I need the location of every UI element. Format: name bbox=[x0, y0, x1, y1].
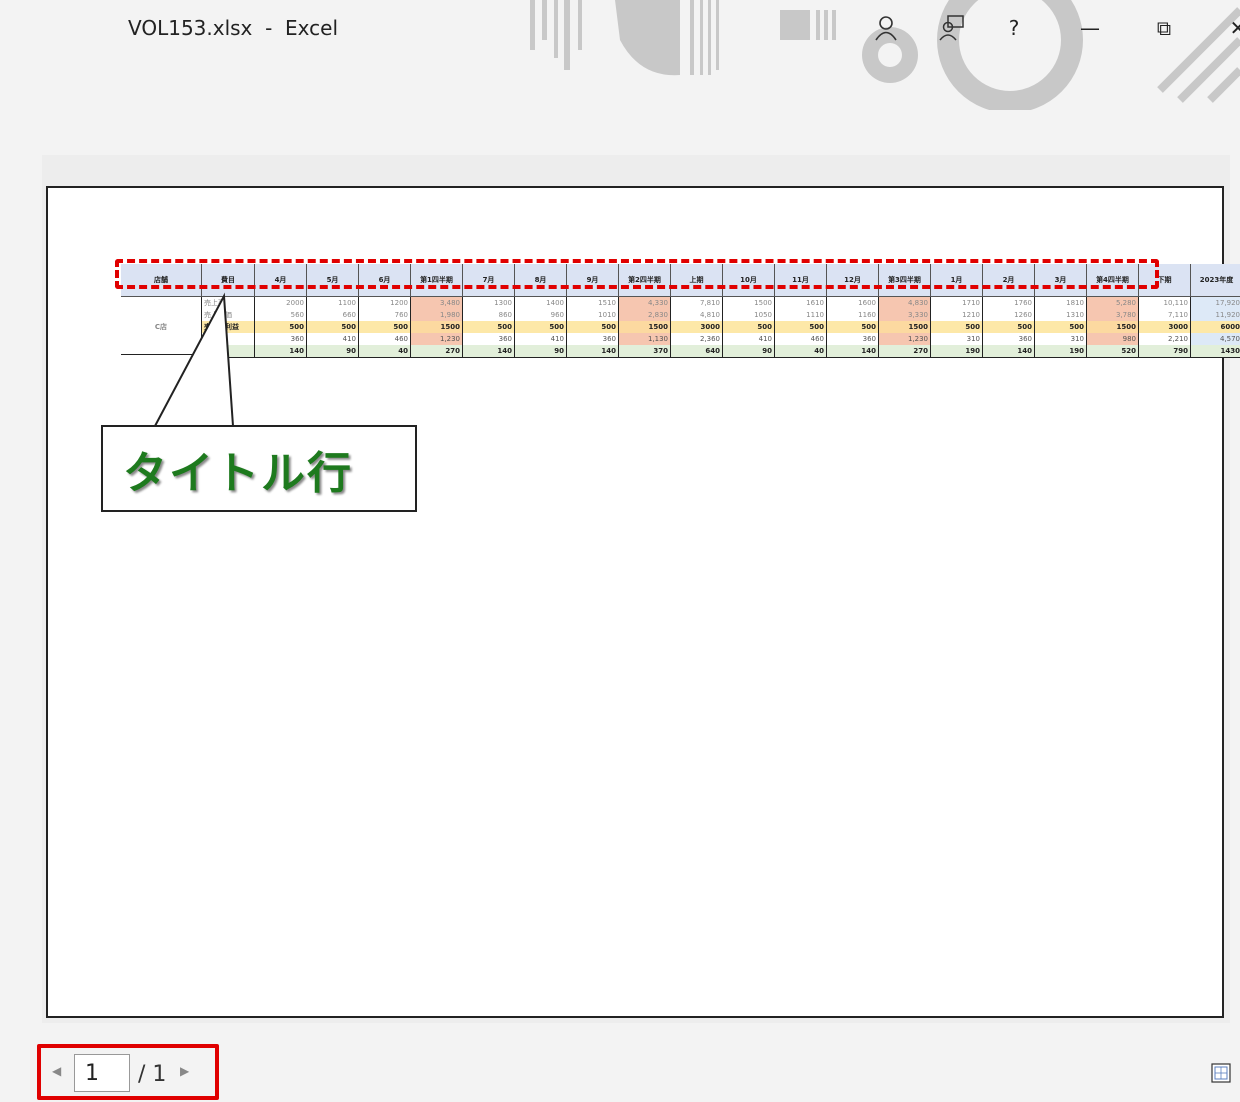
fit-to-page-icon[interactable] bbox=[1210, 1062, 1232, 1084]
callout-pointer bbox=[153, 292, 235, 427]
title-row-callout: タイトル行 bbox=[101, 425, 417, 512]
prev-page-icon[interactable]: ◀ bbox=[52, 1064, 61, 1078]
page-total: / 1 bbox=[138, 1062, 167, 1087]
page-number-input[interactable]: 1 bbox=[74, 1054, 130, 1092]
callout-text: タイトル行 bbox=[123, 448, 353, 499]
title-row-highlight bbox=[115, 259, 1159, 289]
next-page-icon[interactable]: ▶ bbox=[180, 1064, 189, 1078]
